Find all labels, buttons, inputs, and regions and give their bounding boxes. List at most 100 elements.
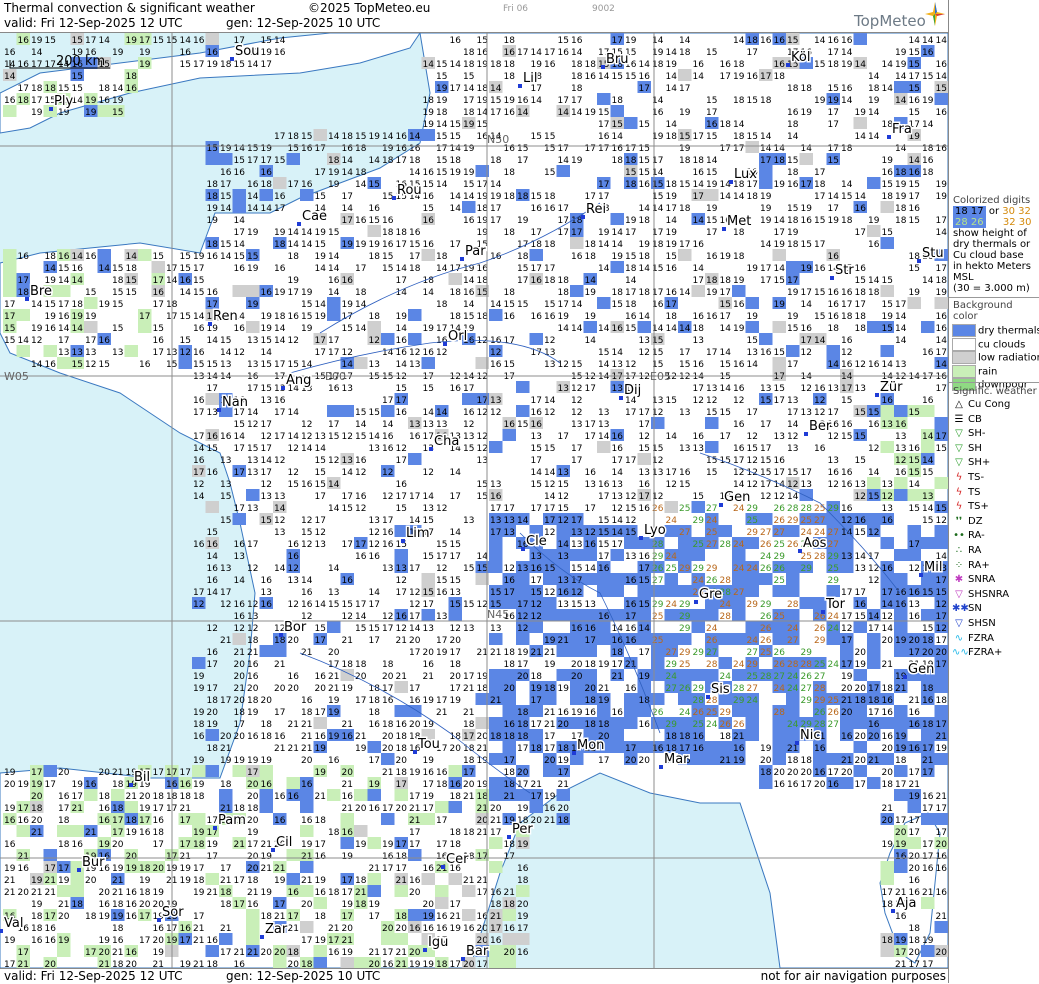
thermal-digit: 15	[909, 108, 920, 118]
thermal-digit: 19	[760, 204, 772, 214]
thermal-digit: 15	[706, 48, 717, 58]
weather-cell	[502, 705, 516, 717]
weather-cell	[907, 801, 921, 813]
legend-wx-label: SN	[968, 603, 982, 615]
thermal-digit: 13	[747, 348, 758, 358]
thermal-digit: 19	[126, 36, 138, 46]
thermal-digit: 15	[531, 444, 542, 454]
thermal-digit: 18	[220, 900, 232, 910]
thermal-digit: 17	[342, 216, 353, 226]
thermal-digit: 16	[288, 312, 300, 322]
thermal-digit: 16	[936, 864, 948, 874]
thermal-digit: 14	[247, 204, 259, 214]
thermal-digit: 20	[234, 732, 246, 742]
thermal-digit: 17	[355, 696, 366, 706]
thermal-digit: 15	[517, 420, 528, 430]
thermal-digit: 20	[4, 780, 16, 790]
weather-cell	[745, 585, 759, 597]
thermal-digit: 16	[936, 372, 948, 382]
thermal-digit: 15	[328, 600, 339, 610]
weather-cell	[516, 789, 530, 801]
thermal-digit: 21	[369, 948, 380, 958]
weather-cell	[934, 921, 948, 933]
thermal-digit: 14	[72, 324, 84, 334]
thermal-digit: 14	[247, 192, 259, 202]
thermal-digit: 17	[490, 204, 501, 214]
thermal-digit: 29	[666, 720, 678, 730]
thermal-digit: 27	[706, 504, 717, 514]
thermal-digit: 20	[396, 804, 408, 814]
thermal-digit: 16	[936, 888, 948, 898]
thermal-digit: 17	[450, 960, 461, 968]
thermal-digit: 21	[4, 876, 15, 886]
weather-cell	[880, 873, 894, 885]
weather-cell	[408, 453, 422, 465]
thermal-digit: 12	[288, 564, 299, 574]
thermal-digit: 26	[760, 540, 772, 550]
thermal-digit: 17	[328, 420, 339, 430]
thermal-digit: 18	[463, 720, 475, 730]
thermal-digit: 15	[531, 480, 542, 490]
thermal-digit: 18	[504, 648, 516, 658]
digit-sample-orange: 30 32	[1002, 206, 1031, 217]
thermal-digit: 12	[544, 588, 555, 598]
weather-cell	[772, 357, 786, 369]
thermal-digit: 14	[895, 72, 907, 82]
thermal-digit: 17	[274, 432, 285, 442]
thermal-digit: 21	[787, 744, 798, 754]
weather-cell	[583, 321, 597, 333]
thermal-digit: 13	[855, 480, 866, 490]
thermal-digit: 20	[58, 912, 70, 922]
thermal-digit: 14	[72, 276, 84, 286]
thermal-digit: 17	[558, 300, 569, 310]
thermal-digit: 29	[760, 600, 772, 610]
thermal-digit: 13	[436, 420, 447, 430]
thermal-digit: 19	[544, 792, 556, 802]
thermal-digit: 18	[58, 816, 70, 826]
thermal-digit: 17	[598, 180, 609, 190]
weather-cell	[502, 957, 516, 968]
thermal-digit: 14	[328, 564, 340, 574]
thermal-digit: 16	[342, 276, 354, 286]
thermal-digit: 17	[774, 396, 785, 406]
weather-cell	[894, 717, 908, 729]
city-marker	[795, 741, 799, 745]
weather-cell	[745, 573, 759, 585]
city-marker	[441, 865, 445, 869]
thermal-digit: 19	[895, 936, 907, 946]
thermal-digit: 14	[220, 348, 232, 358]
thermal-digit: 14	[342, 168, 354, 178]
thermal-digit: 14	[720, 192, 732, 202]
thermal-digit: 15	[436, 72, 447, 82]
thermal-digit: 16	[922, 864, 934, 874]
thermal-digit: 25	[828, 564, 839, 574]
thermal-digit: 14	[315, 264, 327, 274]
weather-cell	[597, 441, 611, 453]
thermal-digit: 16	[571, 36, 583, 46]
thermal-digit: 18	[504, 900, 516, 910]
thermal-digit: 15	[396, 384, 407, 394]
thermal-digit: 15	[315, 456, 326, 466]
thermal-digit: 21	[288, 924, 299, 934]
thermal-digit: 17	[693, 276, 704, 286]
thermal-digit: 16	[868, 360, 880, 370]
thermal-digit: 16	[733, 744, 745, 754]
weather-symbol-icon: ∿	[954, 632, 964, 644]
thermal-digit: 13	[504, 516, 515, 526]
city-label: Sou	[235, 44, 259, 59]
thermal-digit: 17	[531, 264, 542, 274]
legend-bg-label: low radiation	[978, 352, 1039, 364]
thermal-digit: 16	[369, 804, 381, 814]
weather-cell	[597, 633, 611, 645]
weather-map[interactable]: 16 19 15 15 17 14 19 17 15 15 14 16 17 15 14 16 15 18 15 16…	[0, 33, 948, 968]
thermal-digit: 19	[153, 948, 165, 958]
thermal-digit: 15	[666, 396, 677, 406]
thermal-digit: 21	[18, 852, 29, 862]
thermal-digit: 24	[693, 576, 705, 586]
thermal-digit: 27	[828, 540, 839, 550]
thermal-digit: 12	[382, 492, 393, 502]
map-canvas[interactable]: 16 19 15 15 17 14 19 17 15 15 14 16 17 15 14 16 15 18 15 16…	[0, 33, 948, 968]
thermal-digit: 15	[315, 480, 326, 490]
thermal-digit: 15	[922, 72, 933, 82]
thermal-digit: 28	[787, 504, 799, 514]
